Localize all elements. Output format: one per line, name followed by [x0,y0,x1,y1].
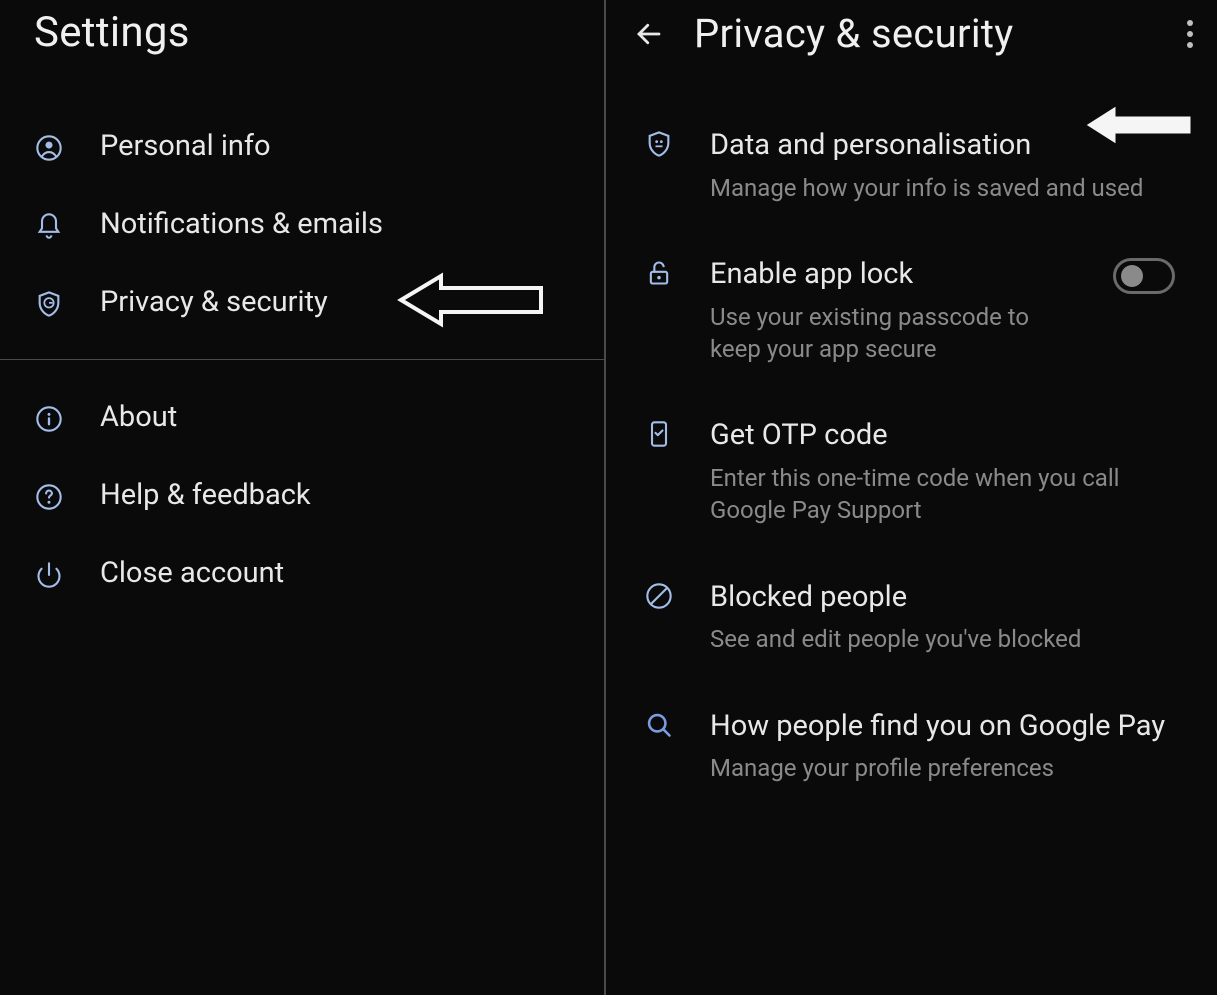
item-body: Data and personalisation Manage how your… [710,125,1183,204]
shield-g-icon [34,289,64,319]
item-body: Blocked people See and edit people you'v… [710,577,1183,656]
lock-icon [644,258,674,288]
mobile-check-icon [644,419,674,449]
settings-item-privacy-security[interactable]: Privacy & security [0,263,604,341]
privacy-panel: Privacy & security Data and personalisat… [606,0,1217,995]
item-subtitle: Use your existing passcode to keep your … [710,301,1069,366]
item-body: How people find you on Google Pay Manage… [710,706,1183,785]
settings-list: Personal info Notifications & emails Pri… [0,85,604,612]
item-body: Enable app lock Use your existing passco… [710,254,1077,365]
item-title: How people find you on Google Pay [710,706,1175,747]
item-title: Enable app lock [710,254,1069,295]
settings-panel: Settings Personal info Notifications & e… [0,0,606,995]
settings-item-notifications[interactable]: Notifications & emails [0,185,604,263]
back-button[interactable] [634,19,664,49]
privacy-list: Data and personalisation Manage how your… [606,85,1217,807]
divider [0,359,604,360]
settings-item-label: Close account [100,556,284,590]
info-icon [34,404,64,434]
settings-header: Settings [0,0,604,85]
settings-item-about[interactable]: About [0,378,604,456]
settings-item-label: Help & feedback [100,478,311,512]
item-subtitle: Manage how your info is saved and used [710,172,1175,204]
person-circle-icon [34,133,64,163]
item-title: Blocked people [710,577,1175,618]
privacy-title: Privacy & security [694,10,1151,57]
settings-item-label: Privacy & security [100,285,328,319]
pointer-arrow-icon [396,268,546,336]
block-icon [644,581,674,611]
search-icon [644,710,674,740]
settings-item-personal-info[interactable]: Personal info [0,107,604,185]
privacy-header: Privacy & security [606,0,1217,85]
settings-item-help[interactable]: Help & feedback [0,456,604,534]
settings-item-label: Notifications & emails [100,207,383,241]
privacy-item-data-personalisation[interactable]: Data and personalisation Manage how your… [606,103,1217,226]
privacy-item-blocked[interactable]: Blocked people See and edit people you'v… [606,549,1217,678]
help-icon [34,482,64,512]
item-body: Get OTP code Enter this one-time code wh… [710,415,1183,526]
privacy-item-find-you[interactable]: How people find you on Google Pay Manage… [606,678,1217,807]
item-subtitle: See and edit people you've blocked [710,623,1175,655]
settings-item-label: About [100,400,177,434]
bell-icon [34,211,64,241]
privacy-item-otp[interactable]: Get OTP code Enter this one-time code wh… [606,387,1217,548]
shield-data-icon [644,129,674,159]
overflow-menu-button[interactable] [1181,14,1199,54]
app-lock-toggle[interactable] [1113,258,1175,294]
power-icon [34,560,64,590]
settings-item-close-account[interactable]: Close account [0,534,604,612]
item-title: Get OTP code [710,415,1175,456]
settings-title: Settings [34,8,604,57]
toggle-knob [1121,265,1143,287]
item-subtitle: Manage your profile preferences [710,752,1175,784]
settings-item-label: Personal info [100,129,271,163]
item-title: Data and personalisation [710,125,1175,166]
privacy-item-app-lock[interactable]: Enable app lock Use your existing passco… [606,226,1217,387]
item-subtitle: Enter this one-time code when you call G… [710,462,1175,527]
